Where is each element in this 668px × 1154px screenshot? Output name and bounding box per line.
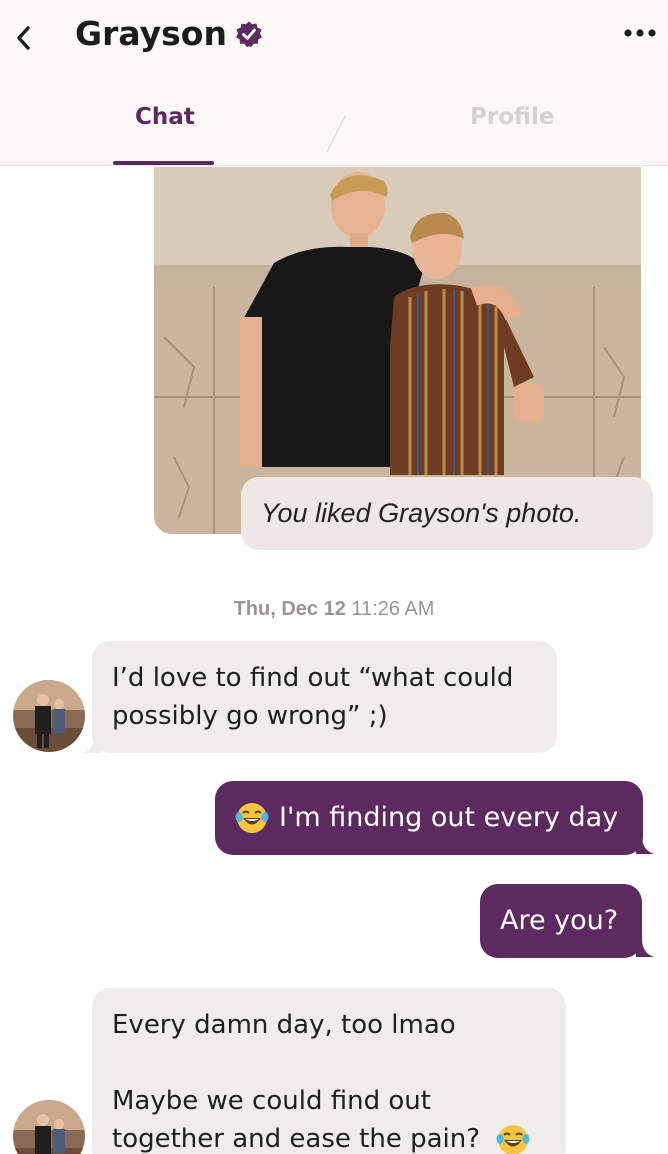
bubble-tail [636, 836, 654, 854]
more-horizontal-icon [624, 29, 656, 37]
avatar[interactable] [13, 1100, 85, 1154]
message-bubble-incoming[interactable]: I’d love to find out “what could possibl… [92, 641, 557, 753]
message-text: together and ease the pain? [112, 1124, 481, 1154]
message-bubble-incoming[interactable]: Every damn day, too lmao Maybe we could … [92, 988, 566, 1154]
message-bubble-outgoing[interactable]: Are you? [480, 884, 642, 958]
tab-divider [326, 115, 346, 153]
active-tab-indicator [113, 161, 214, 165]
chevron-left-icon [17, 26, 30, 50]
chat-header: Grayson Chat Profile [0, 0, 668, 166]
verified-badge-icon [236, 21, 262, 47]
match-name: Grayson [75, 14, 227, 53]
message-text: possibly go wrong” ;) [112, 701, 388, 731]
laughing-tears-emoji [496, 1124, 530, 1154]
laughing-tears-emoji [235, 803, 269, 833]
avatar-image [13, 680, 85, 752]
message-text: I’d love to find out “what could [112, 663, 514, 693]
more-options-button[interactable] [622, 20, 658, 46]
avatar[interactable] [13, 680, 85, 752]
chat-title[interactable]: Grayson [75, 14, 263, 53]
bubble-tail [83, 735, 101, 753]
tab-profile[interactable]: Profile [470, 104, 555, 130]
bubble-tail [636, 939, 654, 957]
message-timestamp: Thu, Dec 12 11:26 AM [0, 598, 668, 621]
timestamp-time: 11:26 AM [351, 598, 435, 620]
liked-photo-caption: You liked Grayson's photo. [241, 477, 653, 550]
message-bubble-outgoing[interactable]: I'm finding out every day [215, 781, 643, 855]
message-text: I'm finding out every day [279, 802, 619, 833]
message-text: Are you? [500, 905, 619, 936]
message-last-line: together and ease the pain? [112, 1120, 546, 1154]
message-text: Every damn day, too lmao [112, 1010, 456, 1040]
chat-profile-tabs: Chat Profile [0, 88, 668, 166]
avatar-image [13, 1100, 85, 1154]
timestamp-day: Thu, Dec 12 [233, 598, 346, 620]
back-button[interactable] [8, 20, 40, 56]
tab-chat[interactable]: Chat [135, 104, 195, 130]
message-text: Maybe we could find out [112, 1086, 431, 1116]
